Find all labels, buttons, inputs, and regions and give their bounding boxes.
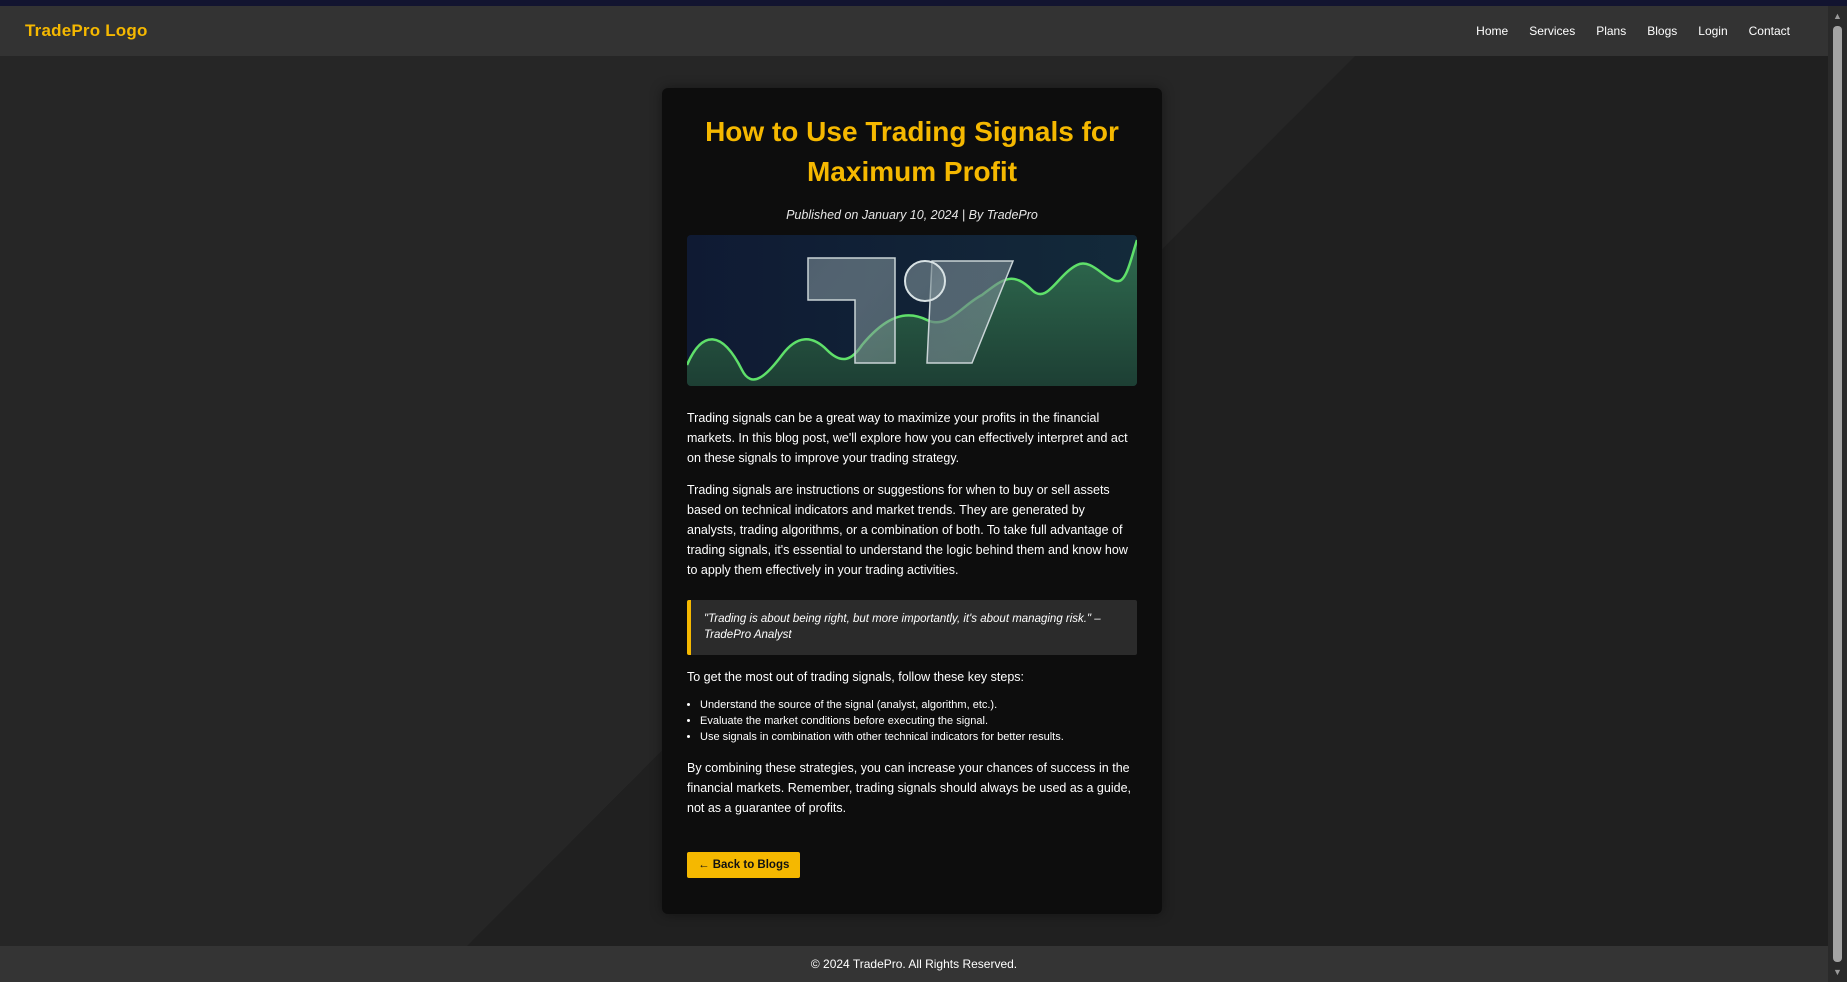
list-item: Evaluate the market conditions before ex… [700,713,1137,729]
list-item: Use signals in combination with other te… [700,729,1137,745]
nav-plans[interactable]: Plans [1596,24,1626,38]
steps-intro: To get the most out of trading signals, … [687,670,1024,684]
article-paragraph: Trading signals are instructions or sugg… [687,483,1128,577]
scroll-down-icon[interactable]: ▼ [1828,964,1847,980]
scroll-up-icon[interactable]: ▲ [1828,8,1847,24]
closing-paragraph: By combining these strategies, you can i… [687,761,1131,815]
page-scrollbar[interactable]: ▲ ▼ [1828,6,1847,982]
back-to-blogs-button[interactable]: ← Back to Blogs [687,852,801,878]
main-nav: Home Services Plans Blogs Login Contact [1476,24,1790,38]
nav-blogs[interactable]: Blogs [1647,24,1677,38]
article-hero-image [687,235,1137,386]
footer-copyright: © 2024 TradePro. All Rights Reserved. [810,957,1018,971]
site-footer: © 2024 TradePro. All Rights Reserved. [0,946,1828,982]
article-quote: "Trading is about being right, but more … [687,600,1137,655]
nav-home[interactable]: Home [1476,24,1508,38]
list-item: Understand the source of the signal (ana… [700,697,1137,713]
scrollbar-thumb[interactable] [1833,26,1842,962]
site-logo[interactable]: TradePro Logo [25,21,148,41]
nav-contact[interactable]: Contact [1749,24,1790,38]
steps-list: Understand the source of the signal (ana… [687,697,1137,745]
article-meta: Published on January 10, 2024 | By Trade… [786,208,1038,222]
blog-article-card: How to Use Trading Signals for Maximum P… [662,88,1162,914]
site-header: TradePro Logo Home Services Plans Blogs … [0,6,1828,56]
article-paragraph: Trading signals can be a great way to ma… [687,411,1128,465]
article-title: How to Use Trading Signals for Maximum P… [705,116,1119,187]
nav-services[interactable]: Services [1529,24,1575,38]
nav-login[interactable]: Login [1698,24,1727,38]
